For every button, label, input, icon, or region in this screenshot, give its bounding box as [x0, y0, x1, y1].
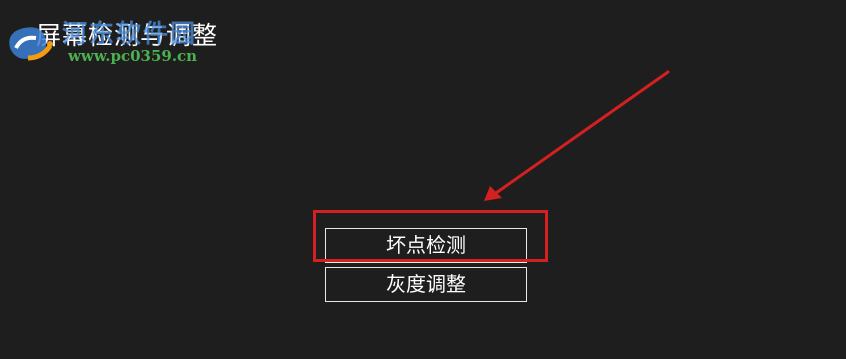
watermark-url: www.pc0359.cn — [68, 47, 198, 65]
watermark-logo-icon — [9, 27, 53, 61]
screen-calibration-app: 屏幕检测与调整 河东软件园 www.pc0359.cn 坏点检测 灰度调整 — [0, 0, 846, 359]
watermark-site-name: 河东软件园 — [62, 19, 198, 48]
dead-pixel-test-button[interactable]: 坏点检测 — [325, 228, 527, 263]
grayscale-adjust-button[interactable]: 灰度调整 — [325, 267, 527, 302]
